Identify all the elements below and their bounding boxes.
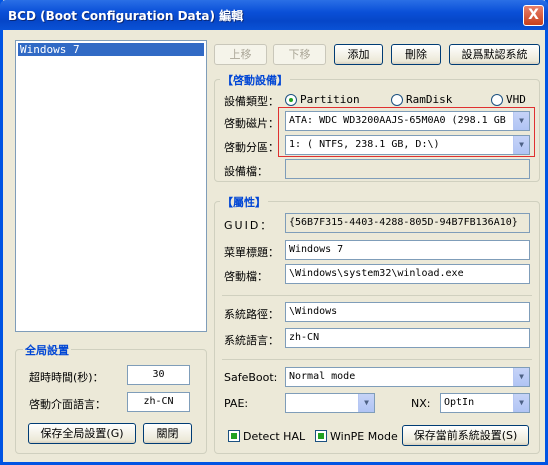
divider bbox=[222, 295, 532, 296]
boot-partition-value: 1: ( NTFS, 238.1 GB, D:\) bbox=[289, 139, 440, 150]
chevron-down-icon: ▼ bbox=[513, 112, 529, 130]
chevron-down-icon: ▼ bbox=[358, 394, 374, 412]
boot-device-group-title: 【啓動設備】 bbox=[220, 72, 290, 88]
list-item[interactable]: Windows 7 bbox=[18, 43, 204, 56]
device-type-label: 設備類型： bbox=[224, 95, 279, 108]
menu-title-field[interactable]: Windows 7 bbox=[285, 240, 530, 260]
system-lang-field[interactable]: zh-CN bbox=[285, 328, 530, 348]
chevron-down-icon: ▼ bbox=[513, 368, 529, 386]
set-default-button[interactable]: 設爲默認系統 bbox=[449, 44, 540, 65]
system-path-label: 系統路徑： bbox=[224, 308, 279, 321]
safeboot-value: Normal mode bbox=[289, 371, 356, 382]
boot-disk-select[interactable]: ATA: WDC WD3200AAJS-65M0A0 (298.1 GB ▼ bbox=[285, 111, 530, 131]
boot-disk-label: 啓動磁片： bbox=[224, 117, 279, 130]
bcd-editor-window: BCD (Boot Configuration Data) 編輯 X Windo… bbox=[0, 0, 548, 465]
boot-file-label: 啓動檔： bbox=[224, 270, 268, 283]
divider bbox=[222, 359, 532, 360]
ramdisk-radio[interactable] bbox=[391, 94, 403, 106]
title-bar[interactable]: BCD (Boot Configuration Data) 編輯 X bbox=[0, 0, 548, 30]
chevron-down-icon: ▼ bbox=[513, 394, 529, 412]
boot-disk-value: ATA: WDC WD3200AAJS-65M0A0 (298.1 GB bbox=[289, 115, 506, 126]
device-file-label: 設備檔： bbox=[224, 165, 268, 178]
detect-hal-checkbox[interactable] bbox=[228, 430, 240, 442]
partition-radio-label: Partition bbox=[300, 93, 360, 106]
timeout-field[interactable]: 30 bbox=[127, 365, 190, 385]
menu-title-label: 菜單標題： bbox=[224, 246, 279, 259]
boot-partition-select[interactable]: 1: ( NTFS, 238.1 GB, D:\) ▼ bbox=[285, 135, 530, 155]
vhd-radio[interactable] bbox=[491, 94, 503, 106]
chevron-down-icon: ▼ bbox=[513, 136, 529, 154]
delete-button[interactable]: 刪除 bbox=[391, 44, 441, 65]
pae-select[interactable]: ▼ bbox=[285, 393, 375, 413]
boot-lang-field[interactable]: zh-CN bbox=[127, 392, 190, 412]
guid-label: GUID： bbox=[224, 219, 274, 232]
winpe-mode-checkbox[interactable] bbox=[315, 430, 327, 442]
timeout-label: 超時時間(秒)： bbox=[29, 371, 104, 384]
nx-value: OptIn bbox=[444, 397, 475, 408]
nx-label: NX: bbox=[411, 397, 431, 410]
boot-entry-list[interactable]: Windows 7 bbox=[15, 40, 207, 332]
nx-select[interactable]: OptIn ▼ bbox=[440, 393, 530, 413]
guid-field[interactable]: {56B7F315-4403-4288-805D-94B7FB136A10} bbox=[285, 213, 530, 233]
system-path-field[interactable]: \Windows bbox=[285, 302, 530, 322]
system-lang-label: 系統語言： bbox=[224, 334, 279, 347]
save-global-settings-button[interactable]: 保存全局設置(G) bbox=[28, 423, 136, 444]
boot-lang-label: 啓動介面語言： bbox=[29, 398, 106, 411]
pae-label: PAE: bbox=[224, 397, 249, 410]
save-current-system-button[interactable]: 保存當前系統設置(S) bbox=[402, 425, 529, 446]
partition-radio[interactable] bbox=[285, 94, 297, 106]
boot-partition-label: 啓動分區： bbox=[224, 141, 279, 154]
window-title: BCD (Boot Configuration Data) 編輯 bbox=[8, 9, 244, 23]
boot-file-field[interactable]: \Windows\system32\winload.exe bbox=[285, 264, 530, 284]
move-down-button[interactable]: 下移 bbox=[273, 44, 326, 65]
close-window-button[interactable]: X bbox=[523, 5, 544, 26]
global-settings-group-title: 全局設置 bbox=[23, 342, 71, 358]
safeboot-label: SafeBoot: bbox=[224, 371, 278, 384]
ramdisk-radio-label: RamDisk bbox=[406, 93, 453, 106]
vhd-radio-label: VHD bbox=[506, 93, 526, 106]
properties-group-title: 【屬性】 bbox=[220, 194, 268, 210]
detect-hal-label: Detect HAL bbox=[243, 430, 306, 443]
move-up-button[interactable]: 上移 bbox=[214, 44, 267, 65]
close-button[interactable]: 關閉 bbox=[143, 423, 192, 444]
winpe-mode-label: WinPE Mode bbox=[330, 430, 398, 443]
device-file-field[interactable] bbox=[285, 159, 530, 179]
add-button[interactable]: 添加 bbox=[334, 44, 383, 65]
safeboot-select[interactable]: Normal mode ▼ bbox=[285, 367, 530, 387]
